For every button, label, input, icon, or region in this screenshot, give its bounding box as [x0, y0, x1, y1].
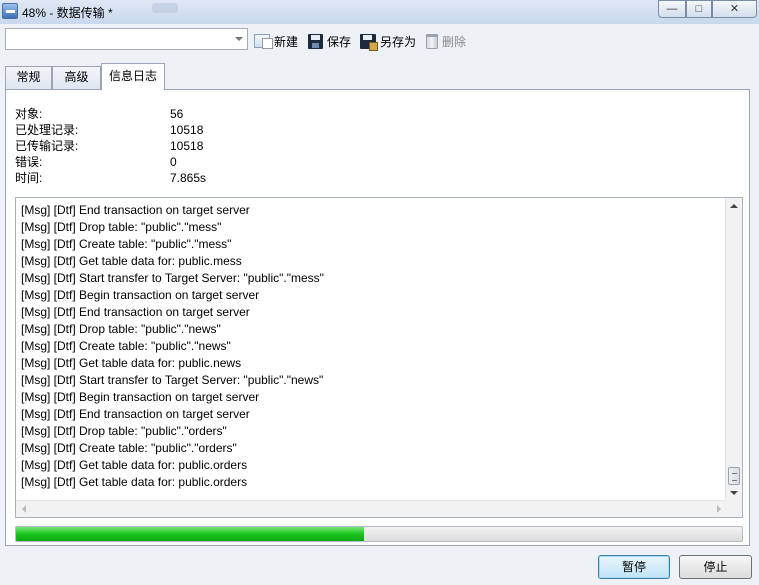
- stat-value: 7.865s: [170, 171, 207, 185]
- tab-general[interactable]: 常规: [5, 66, 52, 89]
- stat-value: 10518: [170, 123, 204, 137]
- tab-advanced[interactable]: 高级: [52, 66, 101, 89]
- log-line: [Msg] [Dtf] Create table: "public"."orde…: [21, 441, 237, 455]
- scrollbar-corner: [725, 500, 742, 517]
- log-line: [Msg] [Dtf] Start transfer to Target Ser…: [21, 373, 324, 387]
- window-title: 48% - 数据传输 *: [22, 6, 113, 20]
- log-line: [Msg] [Dtf] Get table data for: public.m…: [21, 254, 242, 268]
- maximize-button[interactable]: □: [686, 0, 712, 18]
- log-line: [Msg] [Dtf] Drop table: "public"."mess": [21, 220, 222, 234]
- save-button-label: 保存: [327, 34, 352, 49]
- scroll-left-icon[interactable]: [22, 505, 26, 513]
- stat-label: 时间:: [15, 171, 43, 185]
- stat-label: 错误:: [15, 155, 43, 169]
- horizontal-scrollbar[interactable]: [16, 500, 727, 517]
- floppy-disk-icon: [308, 33, 323, 49]
- minimize-button[interactable]: —: [658, 0, 686, 18]
- stat-value: 56: [170, 107, 184, 121]
- scroll-right-icon[interactable]: [717, 505, 721, 513]
- log-lines: [Msg] [Dtf] End transaction on target se…: [21, 202, 721, 492]
- stat-transferred-records: 已传输记录: 10518: [15, 138, 315, 154]
- scroll-thumb[interactable]: [728, 467, 740, 485]
- new-button-label: 新建: [274, 34, 299, 49]
- stat-errors: 错误: 0: [15, 154, 315, 170]
- stat-objects: 对象: 56: [15, 106, 315, 122]
- scroll-down-icon[interactable]: [730, 491, 738, 495]
- stat-label: 对象:: [15, 107, 43, 121]
- stat-processed-records: 已处理记录: 10518: [15, 122, 315, 138]
- tab-strip: 常规 高级 信息日志: [5, 63, 750, 90]
- progress-fill: [16, 527, 365, 541]
- stat-time: 时间: 7.865s: [15, 170, 315, 186]
- scroll-up-icon[interactable]: [730, 204, 738, 208]
- log-line: [Msg] [Dtf] Begin transaction on target …: [21, 288, 260, 302]
- stop-button[interactable]: 停止: [679, 555, 752, 579]
- title-bar: 48% - 数据传输 * — □ ✕: [0, 0, 759, 24]
- save-as-button-label: 另存为: [380, 34, 417, 49]
- log-line: [Msg] [Dtf] End transaction on target se…: [21, 203, 250, 217]
- pause-button[interactable]: 暂停: [598, 555, 670, 579]
- stat-value: 0: [170, 155, 177, 169]
- new-profile-icon: [254, 34, 273, 49]
- stat-label: 已处理记录:: [15, 123, 79, 137]
- message-log-panel: 对象: 56 已处理记录: 10518 已传输记录: 10518 错误: 0 时…: [5, 89, 750, 546]
- log-line: [Msg] [Dtf] Drop table: "public"."orders…: [21, 424, 227, 438]
- trash-icon: [426, 33, 438, 49]
- transfer-progress-bar: [15, 526, 743, 542]
- log-line: [Msg] [Dtf] Get table data for: public.n…: [21, 356, 242, 370]
- log-line: [Msg] [Dtf] Drop table: "public"."news": [21, 322, 221, 336]
- save-as-button[interactable]: 另存为: [360, 32, 417, 51]
- log-line: [Msg] [Dtf] Get table data for: public.o…: [21, 475, 248, 489]
- log-line: [Msg] [Dtf] Start transfer to Target Ser…: [21, 271, 324, 285]
- close-button[interactable]: ✕: [712, 0, 757, 18]
- log-line: [Msg] [Dtf] Create table: "public"."mess…: [21, 237, 232, 251]
- log-line: [Msg] [Dtf] End transaction on target se…: [21, 305, 250, 319]
- log-line: [Msg] [Dtf] Create table: "public"."news…: [21, 339, 231, 353]
- log-line: [Msg] [Dtf] End transaction on target se…: [21, 407, 250, 421]
- toolbar: 新建 保存 另存为 删除: [0, 24, 759, 60]
- delete-button-label: 删除: [442, 34, 467, 49]
- new-button[interactable]: 新建: [254, 32, 298, 50]
- transfer-stats: 对象: 56 已处理记录: 10518 已传输记录: 10518 错误: 0 时…: [15, 106, 315, 186]
- profile-select[interactable]: [5, 28, 248, 50]
- floppy-saveas-icon: [360, 33, 378, 51]
- vertical-scrollbar[interactable]: [725, 198, 742, 501]
- tab-message-log[interactable]: 信息日志: [101, 63, 165, 90]
- title-blurred-region: [152, 3, 178, 13]
- transfer-app-icon: [2, 3, 18, 19]
- stat-label: 已传输记录:: [15, 139, 79, 153]
- log-line: [Msg] [Dtf] Begin transaction on target …: [21, 390, 260, 404]
- log-output[interactable]: [Msg] [Dtf] End transaction on target se…: [15, 197, 743, 518]
- stat-value: 10518: [170, 139, 204, 153]
- chevron-down-icon[interactable]: [235, 37, 243, 41]
- save-button[interactable]: 保存: [308, 32, 351, 50]
- delete-button[interactable]: 删除: [426, 32, 466, 50]
- log-line: [Msg] [Dtf] Get table data for: public.o…: [21, 458, 248, 472]
